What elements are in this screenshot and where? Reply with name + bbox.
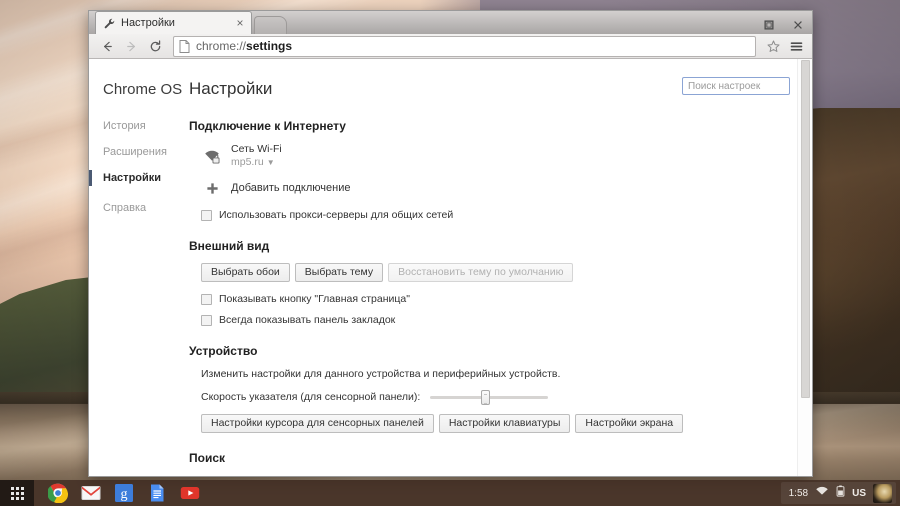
settings-scroll-area: Chrome OS История Расширения Настройки С… xyxy=(89,59,812,476)
display-settings-button[interactable]: Настройки экрана xyxy=(575,414,684,434)
back-arrow-icon[interactable] xyxy=(96,35,118,57)
add-connection-row[interactable]: Добавить подключение xyxy=(201,179,792,197)
tab-settings[interactable]: Настройки × xyxy=(95,11,252,34)
hamburger-menu-icon[interactable] xyxy=(786,35,806,57)
gmail-icon[interactable] xyxy=(81,483,101,503)
battery-icon xyxy=(836,484,845,502)
choose-wallpaper-button[interactable]: Выбрать обои xyxy=(201,263,290,283)
checkbox-proxy[interactable] xyxy=(201,209,212,221)
wifi-icon xyxy=(815,484,829,502)
page-scrollbar[interactable] xyxy=(797,59,812,476)
system-tray[interactable]: 1:58 US xyxy=(780,482,896,504)
checkbox-home-button[interactable] xyxy=(201,293,212,305)
appearance-buttons: Выбрать обои Выбрать тему Восстановить т… xyxy=(201,263,792,283)
settings-content: Настройки Подключение к Интернету xyxy=(181,73,812,476)
desktop: Настройки × chrome:// settings Chrome OS… xyxy=(0,0,900,506)
page-icon xyxy=(179,39,190,53)
pointer-speed-label: Скорость указателя (для сенсорной панели… xyxy=(201,391,421,404)
tab-title: Настройки xyxy=(121,17,175,29)
settings-page: Chrome OS История Расширения Настройки С… xyxy=(89,59,812,476)
browser-toolbar: chrome://settings xyxy=(89,34,812,60)
shelf-apps: g xyxy=(47,483,200,504)
new-tab-button[interactable] xyxy=(254,16,287,34)
checkbox-bookmarks-bar[interactable] xyxy=(201,314,212,326)
add-connection-label: Добавить подключение xyxy=(231,182,351,195)
device-description: Изменить настройки для данного устройств… xyxy=(201,368,561,381)
omnibox-link[interactable]: омнибокса xyxy=(377,475,429,476)
wifi-locked-icon xyxy=(201,146,223,166)
section-appearance-body: Выбрать обои Выбрать тему Восстановить т… xyxy=(189,263,792,326)
sidebar-item-history[interactable]: История xyxy=(103,120,181,132)
proxy-checkbox-row[interactable]: Использовать прокси-серверы для общих се… xyxy=(201,209,792,221)
section-heading-internet: Подключение к Интернету xyxy=(189,119,346,134)
url-page: settings xyxy=(246,39,293,54)
scrollbar-thumb[interactable] xyxy=(801,60,810,399)
section-device-body: Изменить настройки для данного устройств… xyxy=(189,368,792,434)
pointer-speed-row: Скорость указателя (для сенсорной панели… xyxy=(201,389,792,405)
brand-title: Chrome OS xyxy=(103,81,183,99)
wifi-texts: Сеть Wi-Fi mp5.ru ▼ xyxy=(231,143,282,169)
section-heading-search: Поиск xyxy=(189,451,226,466)
avatar[interactable] xyxy=(873,483,892,503)
search-input[interactable] xyxy=(682,77,790,96)
choose-theme-button[interactable]: Выбрать тему xyxy=(294,263,384,283)
keyboard-settings-button[interactable]: Настройки клавиатуры xyxy=(438,414,571,434)
settings-sidebar: Chrome OS История Расширения Настройки С… xyxy=(89,73,183,476)
clock: 1:58 xyxy=(788,487,809,499)
forward-arrow-icon xyxy=(120,35,142,57)
plus-icon xyxy=(201,179,223,197)
bookmarks-bar-checkbox-row[interactable]: Всегда показывать панель закладок xyxy=(201,314,792,326)
browser-window: Настройки × chrome:// settings Chrome OS… xyxy=(88,10,813,477)
section-search-body: Установить поисковую систему для омнибок… xyxy=(189,475,792,476)
grid-glyph xyxy=(10,486,24,500)
shelf: g 1:58 US xyxy=(0,480,900,506)
wifi-network-row[interactable]: Сеть Wi-Fi mp5.ru ▼ xyxy=(201,143,792,169)
youtube-icon[interactable] xyxy=(180,483,200,503)
chevron-down-icon[interactable]: ▼ xyxy=(267,158,275,168)
url-prefix: chrome:// xyxy=(196,39,247,54)
sidebar-item-extensions[interactable]: Расширения xyxy=(103,146,181,158)
google-search-icon[interactable]: g xyxy=(114,483,134,503)
reload-icon[interactable] xyxy=(144,35,166,57)
sidebar-item-settings[interactable]: Настройки xyxy=(89,170,181,187)
touchpad-settings-button[interactable]: Настройки курсора для сенсорных панелей xyxy=(201,414,434,434)
toolbar-right xyxy=(763,35,806,57)
window-controls xyxy=(754,11,812,38)
tab-strip: Настройки × xyxy=(89,11,812,34)
google-docs-icon[interactable] xyxy=(147,483,167,503)
star-icon[interactable] xyxy=(763,35,783,57)
wrench-icon xyxy=(103,17,116,30)
home-button-checkbox-label: Показывать кнопку "Главная страница" xyxy=(219,293,410,306)
wifi-ssid: mp5.ru ▼ xyxy=(231,156,275,169)
keyboard-layout-indicator: US xyxy=(852,487,866,499)
section-internet-body: Сеть Wi-Fi mp5.ru▼ Добавить подключение xyxy=(189,143,792,221)
pointer-speed-slider[interactable] xyxy=(430,389,549,405)
section-heading-device: Устройство xyxy=(189,344,258,359)
bookmarks-bar-checkbox-label: Всегда показывать панель закладок xyxy=(219,314,396,327)
close-icon[interactable]: × xyxy=(233,16,247,30)
device-buttons: Настройки курсора для сенсорных панелей … xyxy=(201,414,792,434)
search-description: Установить поисковую систему для омнибок… xyxy=(201,475,792,476)
svg-text:g: g xyxy=(121,487,128,502)
address-bar[interactable]: chrome://settings xyxy=(173,35,756,57)
proxy-checkbox-label: Использовать прокси-серверы для общих се… xyxy=(219,209,454,222)
wifi-network-name: Сеть Wi-Fi xyxy=(231,143,282,156)
app-grid-icon[interactable] xyxy=(0,480,34,506)
maximize-icon[interactable] xyxy=(754,11,783,38)
close-icon[interactable] xyxy=(783,11,812,38)
section-heading-appearance: Внешний вид xyxy=(189,239,270,254)
chrome-icon[interactable] xyxy=(47,483,69,504)
sidebar-item-help[interactable]: Справка xyxy=(103,202,181,214)
slider-thumb[interactable] xyxy=(481,389,491,405)
home-button-checkbox-row[interactable]: Показывать кнопку "Главная страница" xyxy=(201,293,792,305)
reset-theme-button: Восстановить тему по умолчанию xyxy=(388,263,574,283)
